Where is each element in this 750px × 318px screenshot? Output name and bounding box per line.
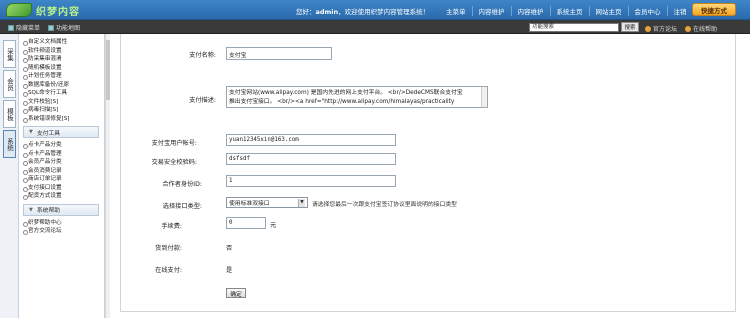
hide-menu-button[interactable]: 隐藏菜单 <box>8 23 40 32</box>
name-label: 支付名称: <box>189 52 216 59</box>
tab-system[interactable]: 系统 <box>3 130 16 158</box>
sidebar-menu: 自定义文档属性 软件频道设置 防采集串混淆 随机模板设置 计划任务管理 数据库备… <box>19 34 105 318</box>
menu-item[interactable]: 防采集串混淆 <box>19 55 104 64</box>
menu-item[interactable]: 随机模板设置 <box>19 64 104 73</box>
menu-item[interactable]: 商店订单记录 <box>19 175 104 184</box>
submit-button[interactable]: 确定 <box>226 288 246 298</box>
partner-label: 合作者身份ID: <box>162 181 202 188</box>
chevron-down-icon: ▼ <box>298 198 305 207</box>
greeting-prefix: 您好： <box>296 8 316 16</box>
tab-template[interactable]: 模板 <box>3 100 16 128</box>
type-hint: 请选择您最后一次跟支付宝签订协议里面说明的接口类型 <box>312 202 457 208</box>
tab-member[interactable]: 会员 <box>3 70 16 98</box>
section-title: 支付工具 <box>36 130 61 137</box>
fee-field[interactable]: 0 <box>226 217 266 229</box>
nav-content-2[interactable]: 内容维护 <box>510 6 550 16</box>
help-link[interactable]: 在线帮助 <box>685 24 717 33</box>
desc-line-1: 支付宝网站(www.alipay.com) 是国内先进的网上支付平台。 <br/… <box>229 90 463 96</box>
tab-collect[interactable]: 采集 <box>3 40 16 68</box>
payment-form-panel <box>120 34 736 312</box>
map-icon <box>48 24 55 31</box>
side-tabs: 采集 会员 模板 系统 <box>0 34 19 318</box>
interface-type-select[interactable]: 使用标准双接口 ▼ <box>226 197 308 208</box>
menu-item[interactable]: 病毒扫描[S] <box>19 106 104 115</box>
menu-item[interactable]: 计划任务管理 <box>19 72 104 81</box>
menu-item[interactable]: 系统错误修复[S] <box>19 115 104 124</box>
forum-label: 官方论坛 <box>653 26 678 33</box>
hide-menu-icon <box>8 24 14 31</box>
menu-item[interactable]: 自定义文档属性 <box>19 38 104 47</box>
desc-label: 支付描述: <box>189 97 216 104</box>
nav-content-1[interactable]: 内容维护 <box>471 6 511 16</box>
account-field[interactable]: yuan12345xin@163.com <box>226 134 396 146</box>
username: admin <box>315 8 339 16</box>
help-icon <box>685 25 692 32</box>
desc-textarea[interactable]: 支付宝网站(www.alipay.com) 是国内先进的网上支付平台。 <br/… <box>226 86 488 108</box>
section-title: 系统帮助 <box>36 208 61 214</box>
nav-site-home[interactable]: 网站主页 <box>588 6 628 16</box>
menu-section-help[interactable]: ▼ 系统帮助 <box>23 203 99 216</box>
forum-icon <box>645 25 651 32</box>
chevron-down-icon: ▼ <box>29 129 33 135</box>
desc-line-2: 推出支付宝接口。 <br/><a href="http://www.alipay… <box>229 99 455 105</box>
menu-item[interactable]: 点卡产品管理 <box>19 150 104 159</box>
key-label: 交易安全校验码: <box>151 159 197 166</box>
menu-item[interactable]: 会员产品分类 <box>19 158 104 167</box>
top-nav: 主菜单 内容维护 内容维护 系统主页 网站主页 会员中心 注销 <box>440 6 693 16</box>
menu-section-payment[interactable]: ▼ 支付工具 <box>23 126 99 138</box>
nav-member-center[interactable]: 会员中心 <box>627 6 667 16</box>
textarea-scrollbar[interactable] <box>481 87 487 107</box>
account-label: 支付宝用户帐号: <box>151 140 197 147</box>
function-map-label: 功能地图 <box>56 25 81 32</box>
greeting-suffix: ，欢迎使用织梦内容管理系统！ <box>338 8 430 16</box>
function-map-button[interactable]: 功能地图 <box>48 23 80 32</box>
hide-menu-label: 隐藏菜单 <box>16 25 41 32</box>
menu-item[interactable]: 点卡产品分类 <box>19 141 104 150</box>
search-input[interactable]: 功能搜索 <box>529 23 619 32</box>
fee-unit: 元 <box>270 222 277 229</box>
forum-link[interactable]: 官方论坛 <box>645 24 677 33</box>
select-value: 使用标准双接口 <box>229 201 270 207</box>
logo: 织梦内容 <box>6 2 80 18</box>
logo-text: 织梦内容 <box>36 6 80 18</box>
type-label: 选择接口类型: <box>162 203 202 210</box>
menu-scrollbar[interactable] <box>105 34 110 318</box>
menu-item[interactable]: SQL命令行工具 <box>19 89 104 98</box>
fee-label: 手续费: <box>161 223 182 230</box>
nav-logout[interactable]: 注销 <box>666 6 693 16</box>
name-field[interactable]: 支付宝 <box>226 47 332 60</box>
help-label: 在线帮助 <box>693 26 718 33</box>
logo-mark-icon <box>6 3 32 17</box>
cod-value: 否 <box>226 245 233 252</box>
scrollbar-thumb[interactable] <box>106 40 110 100</box>
top-bar: 织梦内容 您好：admin，欢迎使用织梦内容管理系统！ 主菜单 内容维护 内容维… <box>0 0 750 20</box>
key-field[interactable]: dsfsdf <box>226 153 396 165</box>
online-value: 是 <box>226 267 233 274</box>
nav-system-home[interactable]: 系统主页 <box>549 6 589 16</box>
chevron-down-icon: ▼ <box>29 206 33 213</box>
menu-item[interactable]: 数据库备份/还原 <box>19 81 104 90</box>
partner-field[interactable]: 1 <box>226 175 396 187</box>
online-label: 在线支付: <box>155 267 182 274</box>
menu-item[interactable]: 软件频道设置 <box>19 47 104 56</box>
cod-label: 货到付款: <box>155 245 182 252</box>
quick-menu-button[interactable]: 快捷方式 <box>692 3 736 16</box>
search-button[interactable]: 搜索 <box>621 22 639 32</box>
menu-item[interactable]: 配货方式设置 <box>19 192 104 201</box>
menu-item[interactable]: 会员消费记录 <box>19 167 104 176</box>
menu-item[interactable]: 支付接口设置 <box>19 184 104 193</box>
greeting: 您好：admin，欢迎使用织梦内容管理系统！ <box>296 6 429 16</box>
nav-main-menu[interactable]: 主菜单 <box>440 6 472 16</box>
menu-item[interactable]: 文件校验[S] <box>19 98 104 107</box>
